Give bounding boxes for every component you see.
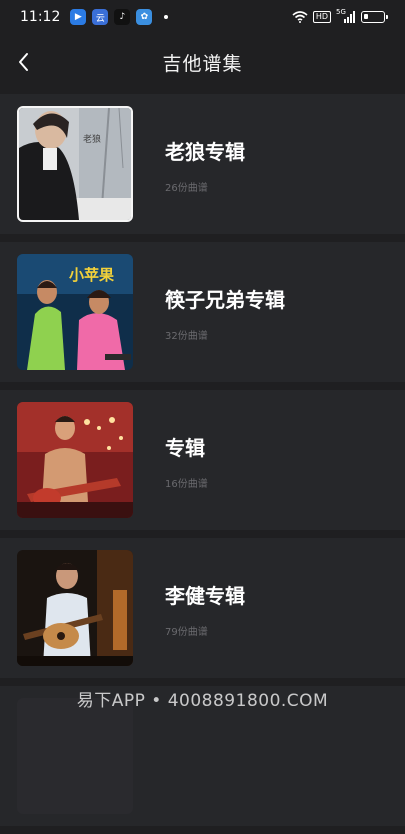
status-left: 11:12 ▶ 云 ♪ ✿ [20, 9, 169, 25]
album-count: 32份曲谱 [165, 331, 208, 342]
watermark: 易下APP • 4008891800.COM [76, 691, 329, 711]
album-card-kuaizi[interactable]: 小苹果 筷子兄弟专辑 32份曲谱 [0, 242, 405, 382]
cloud-app-icon: 云 [92, 9, 109, 25]
album-cover-partial [17, 698, 133, 814]
battery-icon [361, 11, 388, 23]
album-card-laolang[interactable]: 老狼 老狼专辑 26份曲谱 [0, 94, 405, 234]
notification-dot-icon [164, 15, 169, 19]
album-cover-lijian [17, 550, 133, 666]
gallery-app-icon: ✿ [136, 9, 153, 25]
tiktok-icon: ♪ [114, 9, 131, 25]
album-cover-laolang: 老狼 [17, 106, 133, 222]
album-count: 79份曲谱 [165, 627, 208, 638]
hd-badge: HD [312, 11, 331, 23]
album-list: 老狼 老狼专辑 26份曲谱 小苹果 筷子兄弟专辑 32份曲谱 专辑 16份曲谱 … [0, 94, 405, 834]
svg-text:小苹果: 小苹果 [69, 266, 115, 284]
album-count: 16份曲谱 [165, 479, 208, 490]
page-title: 吉他谱集 [162, 52, 243, 75]
album-cover-kuaizi: 小苹果 [17, 254, 133, 370]
header: 吉他谱集 [0, 34, 405, 90]
status-time: 11:12 [20, 9, 61, 25]
status-right: HD 5G [292, 8, 388, 23]
album-card-lijian[interactable]: 李健专辑 79份曲谱 [0, 538, 405, 678]
video-app-icon: ▶ [70, 9, 87, 25]
cellular-signal-icon: 5G [336, 8, 356, 23]
album-count: 26份曲谱 [165, 183, 208, 194]
album-card-concert[interactable]: 专辑 16份曲谱 [0, 390, 405, 530]
album-title: 老狼专辑 [165, 140, 245, 164]
network-type-label: 5G [336, 8, 346, 16]
back-button[interactable] [12, 48, 38, 76]
svg-text:老狼: 老狼 [83, 133, 101, 145]
battery-level [364, 14, 368, 19]
chevron-left-icon [19, 53, 28, 71]
status-bar: 11:12 ▶ 云 ♪ ✿ HD 5G [0, 0, 405, 34]
album-title: 李健专辑 [165, 584, 245, 608]
album-cover-concert [17, 402, 133, 518]
wifi-icon [292, 11, 308, 23]
album-title: 专辑 [165, 436, 205, 460]
album-title: 筷子兄弟专辑 [165, 288, 285, 312]
